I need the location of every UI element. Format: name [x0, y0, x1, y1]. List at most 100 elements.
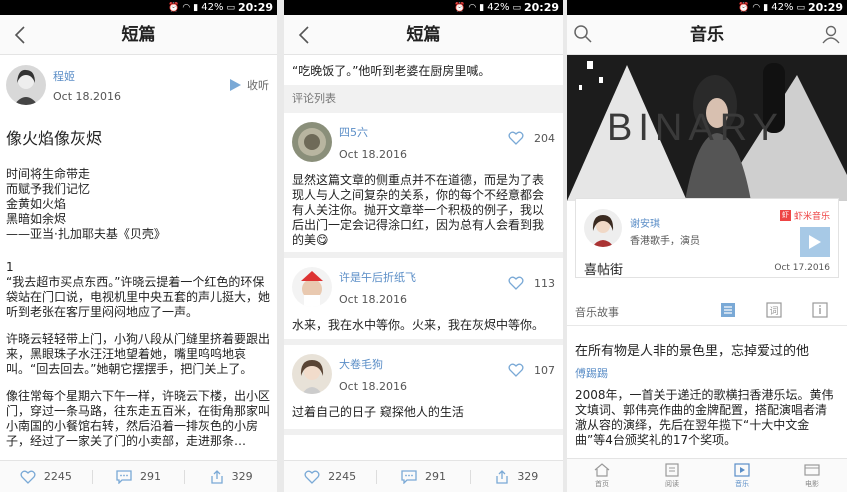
play-icon — [809, 235, 821, 249]
album-cover: BINARY — [567, 55, 847, 201]
story-toolbar: 音乐故事 词 — [567, 296, 847, 326]
xiami-label: 虾米音乐 — [793, 212, 830, 222]
xiami-icon: 虾 — [779, 210, 791, 221]
lyrics-tab-button[interactable]: 词 — [765, 301, 783, 319]
wifi-icon: ◠ — [468, 2, 477, 13]
paragraph: “我去超市买点东西。”许晓云提着一个红色的环保袋站在门口说，电视机里中央五套的声… — [6, 275, 271, 319]
comments-section-header: 评论列表 — [284, 85, 563, 113]
story-title: 在所有物是人非的景色里，忘掉爱过的他 — [575, 344, 810, 359]
profile-button[interactable] — [821, 24, 841, 48]
commenter-avatar[interactable] — [292, 354, 332, 394]
comment-date: Oct 18.2016 — [339, 379, 408, 393]
share-button[interactable]: 329 — [471, 469, 563, 484]
author-avatar[interactable] — [6, 65, 46, 105]
battery-icon: ▭ — [512, 2, 521, 13]
article-screen: ⏰ ◠ ▮ 42% ▭ 20:29 短篇 程姬 Oct 18.2016 收听 像… — [0, 0, 277, 492]
comment-like-button[interactable]: 107 — [508, 363, 555, 377]
panel-divider — [277, 0, 284, 492]
comment-text: 显然这篇文章的侧重点并不在道德，而是为了表现人与人之间复杂的关系，你的每个不经意… — [292, 173, 545, 247]
comment-count: 291 — [424, 470, 446, 483]
album-title-text: BINARY — [607, 107, 784, 149]
epigraph-line: 金黄如火焰 — [6, 197, 67, 211]
comment-like-button[interactable]: 204 — [508, 131, 555, 145]
story-author[interactable]: 傅踢踢 — [575, 365, 608, 381]
comment-like-button[interactable]: 113 — [508, 276, 555, 290]
comment-text: 过着自己的日子 窥探他人的生活 — [292, 405, 464, 419]
share-icon — [211, 469, 223, 484]
tab-label: 首页 — [595, 479, 609, 488]
info-tab-button[interactable] — [811, 301, 829, 319]
action-bar: 2245 291 329 — [0, 460, 277, 492]
tab-movie[interactable]: 电影 — [777, 459, 847, 492]
singer-description: 香港歌手，演员 — [630, 236, 700, 247]
clock: 20:29 — [807, 1, 843, 14]
article-icon — [721, 303, 735, 317]
book-icon — [665, 462, 679, 477]
comment-icon — [116, 469, 132, 484]
like-button[interactable]: 2245 — [0, 470, 92, 484]
tab-label: 音乐 — [735, 479, 749, 488]
story-tab-button[interactable] — [719, 301, 737, 319]
clock: 20:29 — [523, 1, 559, 14]
heart-icon — [304, 470, 320, 484]
comment-like-count: 204 — [534, 131, 555, 145]
share-count: 329 — [231, 470, 253, 483]
tab-reading[interactable]: 阅读 — [637, 459, 707, 492]
like-count: 2245 — [328, 470, 357, 483]
singer-avatar[interactable] — [584, 209, 622, 247]
share-button[interactable]: 329 — [185, 469, 277, 484]
signal-icon: ▮ — [193, 2, 199, 13]
xiami-badge[interactable]: 虾 虾米音乐 — [779, 209, 830, 222]
heart-icon — [508, 363, 524, 377]
tab-music[interactable]: 音乐 — [707, 459, 777, 492]
tab-home[interactable]: 首页 — [567, 459, 637, 492]
page-title: 短篇 — [121, 25, 156, 45]
singer-name[interactable]: 谢安琪 — [630, 215, 660, 230]
commenter-name[interactable]: 许是午后折纸飞 — [339, 269, 416, 285]
commenter-avatar[interactable] — [292, 122, 332, 162]
battery-icon: ▭ — [796, 2, 805, 13]
page-title: 音乐 — [690, 25, 724, 45]
action-bar: 2245 291 329 — [284, 460, 563, 492]
battery-icon: ▭ — [226, 2, 235, 13]
author-name[interactable]: 程姬 — [53, 68, 121, 84]
comment-item: 四5六 Oct 18.2016 204 显然这篇文章的侧重点并不在道德，而是为了… — [284, 113, 563, 258]
status-bar: ⏰ ◠ ▮ 42% ▭ 20:29 — [567, 0, 847, 15]
heart-icon — [508, 131, 524, 145]
wifi-icon: ◠ — [182, 2, 191, 13]
commenter-avatar[interactable] — [292, 267, 332, 307]
commenter-name[interactable]: 四5六 — [339, 124, 407, 140]
user-icon — [822, 25, 840, 44]
comment-item: 许是午后折纸飞 Oct 18.2016 113 水来，我在水中等你。火来，我在灰… — [284, 258, 563, 345]
nav-bar: 短篇 — [284, 15, 563, 55]
article-body: 1 “我去超市买点东西。”许晓云提着一个红色的环保袋站在门口说，电视机里中央五套… — [0, 242, 277, 449]
epigraph: 时间将生命带走 而赋予我们记忆 金黄如火焰 黑暗如余烬 ——亚当·扎加耶夫基《贝… — [0, 149, 277, 242]
song-title: 喜帖街 — [584, 263, 624, 278]
commenter-name[interactable]: 大卷毛狗 — [339, 356, 407, 372]
author-header: 程姬 Oct 18.2016 收听 — [0, 55, 277, 107]
battery-level: 42% — [201, 2, 224, 13]
comment-like-count: 107 — [534, 363, 555, 377]
play-button[interactable] — [800, 227, 830, 257]
article-title: 像火焰像灰烬 — [6, 129, 103, 148]
epigraph-line: 黑暗如余烬 — [6, 212, 67, 226]
nav-bar: 短篇 — [0, 15, 277, 55]
song-date: Oct 17.2016 — [774, 263, 830, 273]
music-icon — [734, 462, 750, 477]
comment-like-count: 113 — [534, 276, 555, 290]
like-button[interactable]: 2245 — [284, 470, 376, 484]
lyrics-icon: 词 — [766, 302, 782, 318]
listen-button[interactable]: 收听 — [230, 77, 269, 93]
info-icon — [812, 302, 828, 318]
svg-text:词: 词 — [769, 306, 778, 317]
paragraph: 许晓云轻轻带上门，小狗八段从门缝里挤着要跟出来，黑眼珠子水汪汪地望着她，嘴里呜呜… — [6, 332, 271, 376]
story-body: 2008年，一首关于递迁的歌横扫香港乐坛。黄伟文填词、郭伟亮作曲的金牌配置，搭配… — [575, 388, 834, 447]
alarm-icon: ⏰ — [454, 2, 466, 13]
comment-button[interactable]: 291 — [93, 469, 185, 484]
epigraph-line: 时间将生命带走 — [6, 167, 91, 181]
comment-date: Oct 18.2016 — [339, 147, 408, 161]
comment-item: 大卷毛狗 Oct 18.2016 107 过着自己的日子 窥探他人的生活 — [284, 345, 563, 435]
wifi-icon: ◠ — [752, 2, 761, 13]
status-bar: ⏰ ◠ ▮ 42% ▭ 20:29 — [0, 0, 277, 15]
comment-button[interactable]: 291 — [377, 469, 469, 484]
